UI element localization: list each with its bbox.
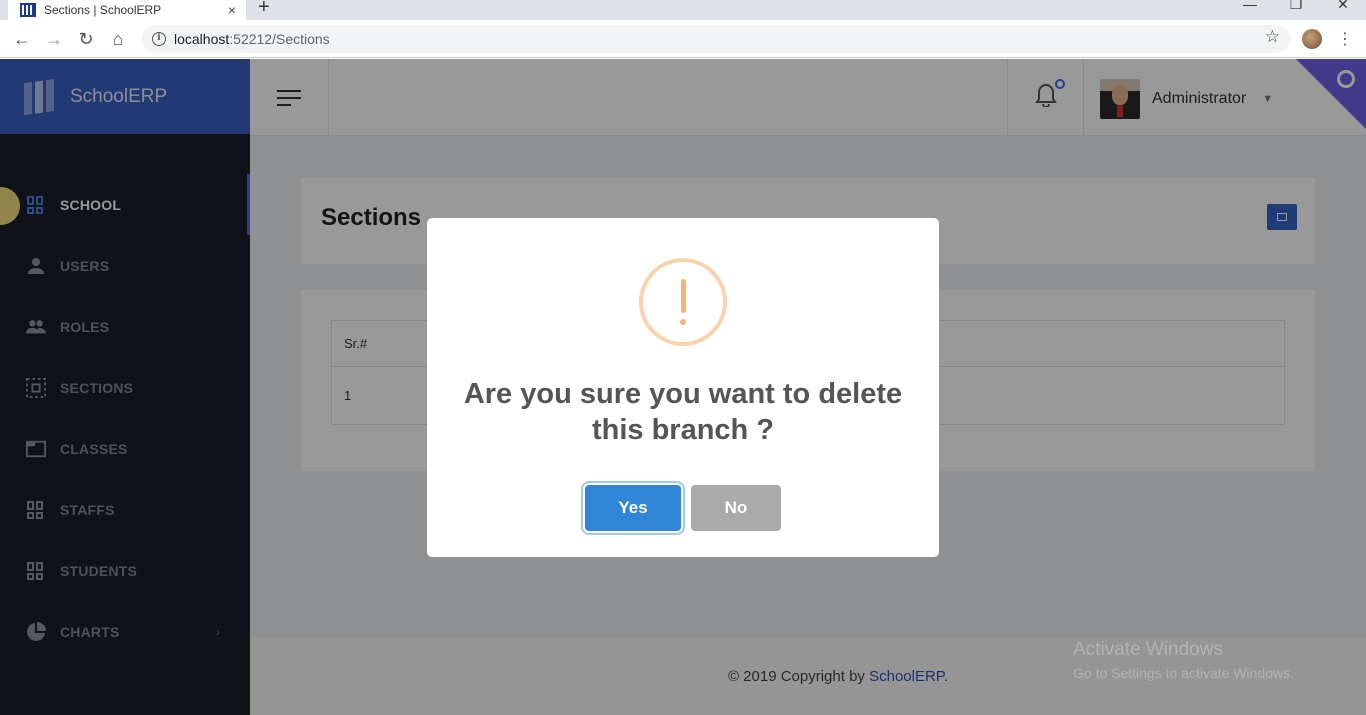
tab-title: Sections | SchoolERP	[44, 3, 162, 17]
cancel-no-button[interactable]: No	[691, 485, 781, 531]
profile-avatar[interactable]	[1302, 29, 1322, 49]
schoolerp-favicon-icon	[20, 3, 36, 17]
dialog-title: Are you sure you want to delete this bra…	[463, 378, 903, 446]
minimize-button[interactable]: —	[1227, 0, 1273, 12]
home-icon[interactable]: ⌂	[107, 29, 129, 49]
windows-activation-watermark: Activate Windows Go to Settings to activ…	[1073, 639, 1294, 681]
url-text: localhost:52212/Sections	[174, 31, 330, 47]
confirm-yes-button[interactable]: Yes	[585, 485, 681, 531]
close-window-button[interactable]: ✕	[1320, 0, 1366, 13]
browser-tab[interactable]: Sections | SchoolERP ×	[8, 0, 246, 20]
new-tab-button[interactable]: +	[258, 0, 270, 19]
watermark-subtitle: Go to Settings to activate Windows.	[1073, 665, 1294, 681]
browser-toolbar: ← → ↻ ⌂ i localhost:52212/Sections ☆ ⋮	[0, 20, 1366, 58]
reload-icon[interactable]: ↻	[75, 29, 97, 49]
bookmark-star-icon[interactable]: ☆	[1265, 27, 1280, 47]
maximize-button[interactable]: ❐	[1273, 0, 1319, 13]
browser-tabstrip: Sections | SchoolERP × + — ❐ ✕	[0, 0, 1366, 20]
back-arrow-icon[interactable]: ←	[11, 29, 33, 49]
tab-close-icon[interactable]: ×	[224, 2, 240, 18]
site-info-icon[interactable]: i	[152, 32, 166, 46]
address-bar[interactable]: i localhost:52212/Sections ☆	[142, 25, 1290, 53]
warning-icon	[639, 258, 727, 346]
forward-arrow-icon[interactable]: →	[43, 29, 65, 49]
watermark-title: Activate Windows	[1073, 639, 1223, 660]
browser-menu-icon[interactable]: ⋮	[1337, 29, 1353, 49]
confirm-delete-dialog: Are you sure you want to delete this bra…	[427, 218, 939, 557]
